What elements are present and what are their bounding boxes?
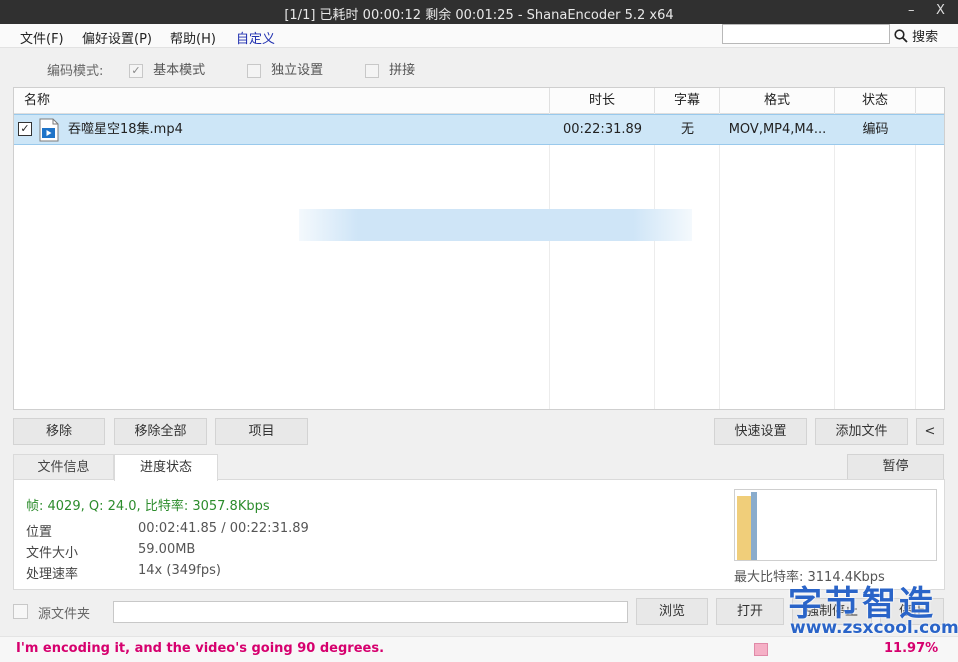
mode-concat[interactable]: 拼接 <box>365 59 415 78</box>
mode-independent-checkbox[interactable] <box>247 63 261 78</box>
column-divider <box>834 113 835 409</box>
row-status: 编码 <box>862 122 889 137</box>
position-value: 00:02:41.85 / 00:22:31.89 <box>138 521 309 536</box>
menu-file[interactable]: 文件(F) <box>20 28 64 47</box>
encode-summary: 帧: 4029, Q: 24.0, 比特率: 3057.8Kbps <box>26 499 270 514</box>
column-divider <box>719 113 720 409</box>
status-message: I'm encoding it, and the video's going 9… <box>16 641 385 656</box>
column-duration[interactable]: 时长 <box>550 88 655 113</box>
column-divider <box>915 113 916 409</box>
video-file-icon <box>38 118 60 146</box>
tab-file-info[interactable]: 文件信息 <box>13 454 114 480</box>
minimize-button[interactable]: – <box>908 3 915 18</box>
title-bar: [1/1] 已耗时 00:00:12 剩余 00:01:25 - ShanaEn… <box>0 0 958 24</box>
status-indicator-icon <box>754 643 768 656</box>
encode-mode-bar: 编码模式: ✓ 基本模式 独立设置 拼接 <box>0 56 958 82</box>
position-label: 位置 <box>26 525 53 540</box>
mode-basic-checkbox[interactable]: ✓ <box>129 63 143 78</box>
column-name[interactable]: 名称 <box>14 88 550 113</box>
search-button[interactable]: 搜索 <box>894 26 938 45</box>
table-row[interactable]: ✓ 吞噬星空18集.mp4 00:22:31.89 无 MOV,MP4,M4..… <box>14 114 944 145</box>
graph-fill <box>737 496 751 560</box>
menu-preferences[interactable]: 偏好设置(P) <box>82 28 152 47</box>
status-bar: I'm encoding it, and the video's going 9… <box>0 636 958 662</box>
quick-settings-button[interactable]: 快速设置 <box>714 418 807 445</box>
menu-bar: 文件(F) 偏好设置(P) 帮助(H) 自定义 搜索 <box>0 24 958 48</box>
file-list[interactable]: 名称 时长 字幕 格式 状态 ✓ 吞噬星空18集.mp4 00:22:31.89… <box>13 87 945 410</box>
speed-value: 14x (349fps) <box>138 563 221 578</box>
file-list-header: 名称 时长 字幕 格式 状态 <box>14 88 944 114</box>
mode-basic[interactable]: ✓ 基本模式 <box>129 59 205 78</box>
mode-concat-label: 拼接 <box>389 63 416 78</box>
row-file-name: 吞噬星空18集.mp4 <box>68 122 183 137</box>
output-path-input[interactable] <box>113 601 628 623</box>
menu-help[interactable]: 帮助(H) <box>170 28 216 47</box>
row-duration: 00:22:31.89 <box>562 122 643 137</box>
tab-progress-state[interactable]: 进度状态 <box>114 454 218 481</box>
row-checkbox[interactable]: ✓ <box>18 122 32 136</box>
mode-independent-label: 独立设置 <box>271 63 324 78</box>
drag-highlight <box>299 209 692 241</box>
column-subtitle[interactable]: 字幕 <box>655 88 720 113</box>
menu-custom[interactable]: 自定义 <box>236 28 275 47</box>
column-format[interactable]: 格式 <box>720 88 835 113</box>
item-button[interactable]: 项目 <box>215 418 308 445</box>
watermark-logo: 字节智造 www.zsxcool.com <box>780 582 958 638</box>
mode-concat-checkbox[interactable] <box>365 63 379 78</box>
encode-mode-label: 编码模式: <box>47 64 104 79</box>
search-label: 搜索 <box>912 30 939 45</box>
source-folder-label: 源文件夹 <box>38 607 91 622</box>
mode-independent[interactable]: 独立设置 <box>247 59 323 78</box>
source-folder-checkbox[interactable] <box>13 604 28 619</box>
watermark-url: www.zsxcool.com <box>790 618 958 638</box>
search-icon <box>894 29 908 43</box>
remove-all-button[interactable]: 移除全部 <box>114 418 207 445</box>
bitrate-graph <box>734 489 937 561</box>
progress-panel: 帧: 4029, Q: 24.0, 比特率: 3057.8Kbps 位置 00:… <box>13 479 945 590</box>
file-size-label: 文件大小 <box>26 546 79 561</box>
mode-basic-label: 基本模式 <box>153 63 206 78</box>
column-status[interactable]: 状态 <box>835 88 916 113</box>
row-format: MOV,MP4,M4... <box>728 122 827 137</box>
column-divider <box>654 113 655 409</box>
close-button[interactable]: X <box>936 3 945 18</box>
open-button[interactable]: 打开 <box>716 598 784 625</box>
column-divider <box>549 113 550 409</box>
file-size-value: 59.00MB <box>138 542 196 557</box>
progress-percent: 11.97% <box>884 641 939 656</box>
search-input[interactable] <box>722 24 890 44</box>
pause-button[interactable]: 暂停 <box>847 454 944 480</box>
row-subtitle: 无 <box>680 122 694 137</box>
window-title: [1/1] 已耗时 00:00:12 剩余 00:01:25 - ShanaEn… <box>284 8 674 23</box>
remove-button[interactable]: 移除 <box>13 418 105 445</box>
collapse-button[interactable]: < <box>916 418 944 445</box>
browse-button[interactable]: 浏览 <box>636 598 708 625</box>
speed-label: 处理速率 <box>26 567 79 582</box>
add-file-button[interactable]: 添加文件 <box>815 418 908 445</box>
graph-bitrate-bar <box>751 492 757 560</box>
